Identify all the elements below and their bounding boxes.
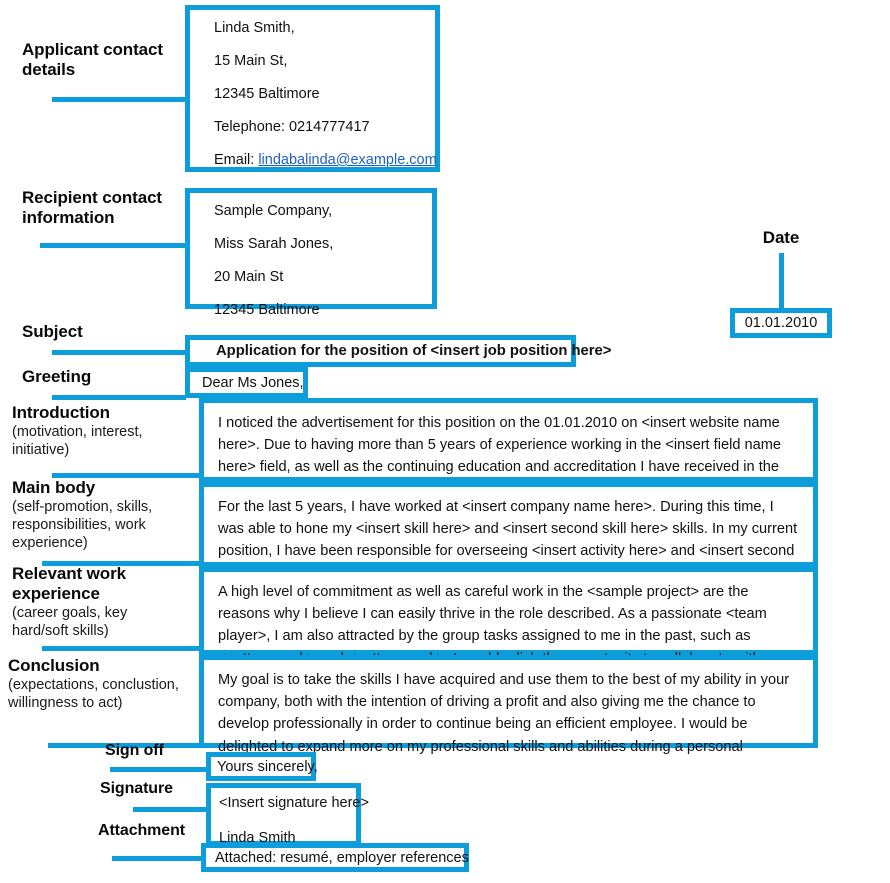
annotation-recipient-title-line2: information [22,208,115,228]
annotation-subject: Subject [22,322,187,342]
annotation-applicant-contact-details: Applicant contact details [22,40,187,80]
annotation-greeting: Greeting [22,367,187,387]
applicant-contact-box: Linda Smith, 15 Main St, 12345 Baltimore… [185,5,440,172]
connector-recipient-contact [40,243,186,248]
introduction-box: I noticed the advertisement for this pos… [199,398,818,498]
connector-date [779,253,784,309]
recipient-company: Sample Company, [214,203,333,219]
annotation-conclusion-sub-1: (expectations, conclustion, [8,677,179,694]
subject-box: Application for the position of <insert … [185,335,611,367]
signature-placeholder: <Insert signature here> [219,795,369,811]
annotation-date-title: Date [762,228,800,247]
applicant-email-line: Email: lindabalinda@example.com [214,152,437,168]
sign-off-box: Yours sincerely, [206,752,318,781]
annotation-attachment: Attachment [98,822,238,841]
subject-value: Application for the position of <insert … [216,343,612,359]
annotation-relevant-sub-2: hard/soft skills) [12,623,109,640]
attachment-box: Attached: resumé, employer references [201,843,469,872]
applicant-email-link[interactable]: lindabalinda@example.com [258,152,436,168]
annotation-applicant-title: Applicant contact [22,40,163,59]
cover-letter-diagram: Applicant contact details Linda Smith, 1… [0,0,890,883]
applicant-email-label: Email: [214,152,255,168]
annotation-relevant-title-line2: experience [12,584,100,604]
recipient-person: Miss Sarah Jones, [214,236,334,252]
connector-sign-off [110,767,207,772]
annotation-applicant-title-line2: details [22,60,76,80]
attachment-value: Attached: resumé, employer references [215,849,469,866]
conclusion-box: My goal is to take the skills I have acq… [199,655,818,777]
annotation-main-body: Main body (self-promotion, skills, respo… [12,478,197,552]
annotation-recipient-contact-information: Recipient contact information [22,188,197,228]
greeting-value: Dear Ms Jones, [202,374,304,391]
connector-attachment [112,856,202,861]
annotation-subject-title: Subject [22,322,83,341]
applicant-street: 15 Main St, [214,53,288,69]
applicant-name: Linda Smith, [214,20,295,36]
main-body-box: For the last 5 years, I have worked at <… [199,482,818,604]
sign-off-value: Yours sincerely, [217,758,318,775]
annotation-date: Date [706,228,856,248]
annotation-main-body-sub-3: experience) [12,535,88,552]
date-value: 01.01.2010 [744,315,818,331]
connector-greeting [52,395,186,400]
recipient-contact-box: Sample Company, Miss Sarah Jones, 20 Mai… [185,188,437,318]
annotation-introduction-title: Introduction [12,403,110,422]
date-box: 01.01.2010 [730,308,832,338]
annotation-introduction: Introduction (motivation, interest, init… [12,403,192,459]
annotation-relevant-sub-1: (career goals, key [12,605,128,622]
annotation-greeting-title: Greeting [22,367,92,386]
annotation-conclusion-title: Conclusion [8,656,100,675]
annotation-relevant-work-experience: Relevant work experience (career goals, … [12,564,197,640]
applicant-telephone: Telephone: 0214777417 [214,119,370,135]
annotation-introduction-sub-1: (motivation, interest, [12,424,143,441]
annotation-conclusion: Conclusion (expectations, conclustion, w… [8,656,203,712]
annotation-recipient-title: Recipient contact [22,188,162,207]
annotation-main-body-title: Main body [12,478,96,497]
connector-subject [52,350,186,355]
applicant-city: 12345 Baltimore [214,86,320,102]
recipient-street: 20 Main St [214,269,284,285]
annotation-attachment-title: Attachment [98,822,186,839]
relevant-experience-box: A high level of commitment as well as ca… [199,567,818,689]
annotation-main-body-sub-1: (self-promotion, skills, [12,499,153,516]
connector-relevant-work-experience [42,646,200,651]
annotation-relevant-title: Relevant work [12,564,126,583]
recipient-city: 12345 Baltimore [214,302,320,318]
connector-applicant-contact [52,97,186,102]
annotation-main-body-sub-2: responsibilities, work [12,517,146,534]
connector-signature [133,807,207,812]
annotation-conclusion-sub-2: willingness to act) [8,695,123,712]
annotation-introduction-sub-2: initiative) [12,442,70,459]
greeting-box: Dear Ms Jones, [185,367,308,398]
